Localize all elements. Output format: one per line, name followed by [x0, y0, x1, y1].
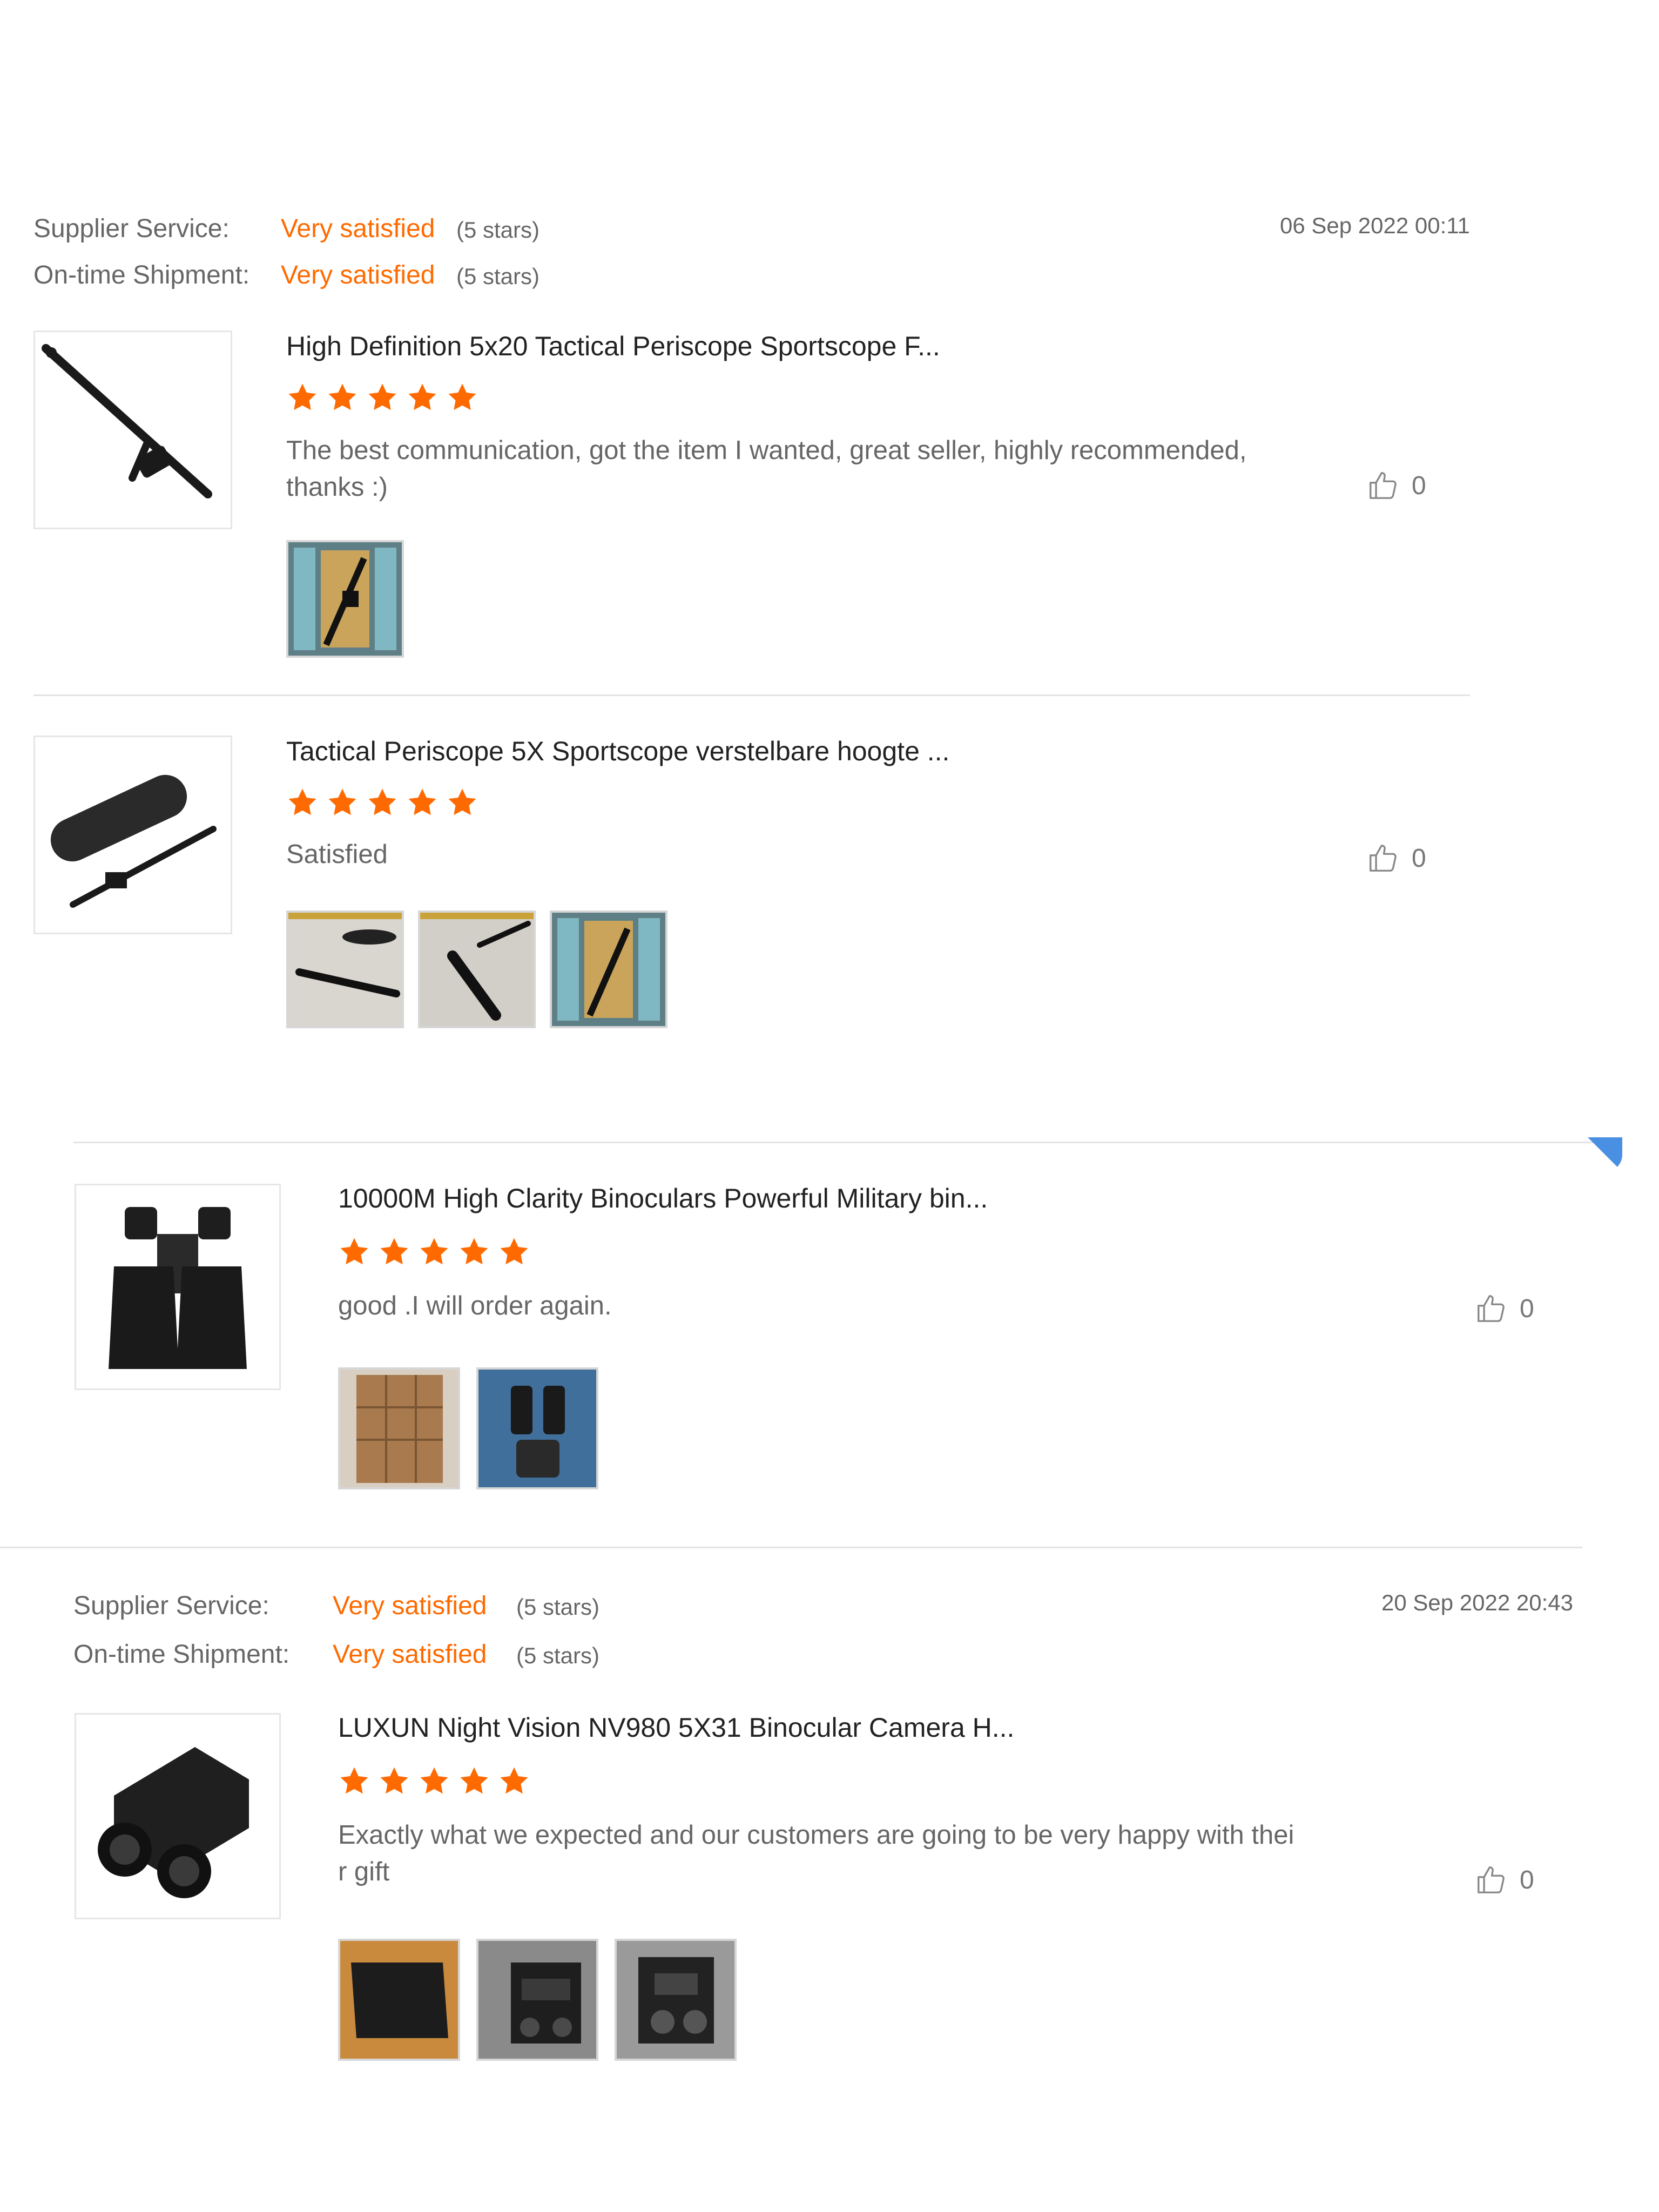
on-time-shipment-stars: (5 stars)	[456, 264, 540, 289]
star-icon	[366, 786, 399, 819]
star-icon	[418, 1765, 450, 1797]
review-photo-image	[478, 1941, 596, 2059]
review-photo[interactable]	[476, 1939, 598, 2061]
product-thumbnail[interactable]	[33, 331, 232, 529]
review-text: good .I will order again.	[338, 1291, 612, 1320]
review-date: 20 Sep 2022 20:43	[1381, 1590, 1573, 1615]
review-text-line: Exactly what we expected and our custome…	[338, 1820, 1294, 1850]
on-time-shipment-stars: (5 stars)	[516, 1643, 600, 1668]
star-icon	[458, 1236, 490, 1268]
star-icon	[446, 381, 478, 414]
thumbs-up-icon	[1474, 1863, 1508, 1897]
review-photo-image	[288, 542, 402, 656]
review-photo-image	[552, 913, 665, 1026]
review-text: Satisfied	[286, 840, 388, 869]
star-icon	[338, 1765, 370, 1797]
like-count: 0	[1520, 1294, 1534, 1323]
rating-stars	[338, 1236, 530, 1268]
supplier-service-label: Supplier Service:	[33, 214, 230, 243]
review-photo[interactable]	[550, 911, 667, 1028]
periscope-case-image	[50, 774, 217, 908]
on-time-shipment-label: On-time Shipment:	[33, 261, 250, 289]
star-icon	[378, 1236, 410, 1268]
star-icon	[458, 1765, 490, 1797]
review-photo[interactable]	[286, 911, 404, 1028]
supplier-service-stars: (5 stars)	[516, 1594, 600, 1620]
rating-stars	[338, 1765, 530, 1797]
product-thumbnail[interactable]	[75, 1713, 281, 1919]
review-photo-image	[420, 913, 534, 1026]
thumbs-up-icon	[1366, 469, 1400, 502]
review-text: Exactly what we expected and our custome…	[338, 1817, 1418, 1890]
review-photo-image	[478, 1370, 596, 1487]
supplier-service-value: Very satisfied	[333, 1591, 487, 1620]
supplier-service-value: Very satisfied	[281, 214, 435, 243]
review-photo-image	[340, 1941, 458, 2059]
night-vision-binocular-image	[98, 1747, 249, 1898]
review-date: 06 Sep 2022 00:11	[1280, 213, 1470, 238]
star-icon	[406, 786, 439, 819]
divider	[73, 1142, 1621, 1143]
review-photo[interactable]	[286, 540, 404, 658]
review-photo-image	[617, 1941, 734, 2059]
star-icon	[286, 786, 319, 819]
rating-stars	[286, 786, 478, 819]
on-time-shipment-label: On-time Shipment:	[73, 1640, 290, 1669]
review-text-line: r gift	[338, 1857, 390, 1886]
review-photo[interactable]	[338, 1367, 460, 1489]
like-button[interactable]: 0	[1366, 841, 1426, 875]
supplier-service-stars: (5 stars)	[456, 217, 540, 242]
review-photo-image	[340, 1370, 458, 1487]
on-time-shipment-value: Very satisfied	[333, 1640, 487, 1669]
review-text: The best communication, got the item I w…	[286, 436, 1247, 502]
review-photo[interactable]	[418, 911, 536, 1028]
review-photo[interactable]	[615, 1939, 737, 2061]
rating-stars	[286, 381, 478, 414]
like-count: 0	[1412, 844, 1426, 873]
like-button[interactable]: 0	[1366, 469, 1426, 502]
product-title[interactable]: 10000M High Clarity Binoculars Powerful …	[338, 1183, 988, 1214]
star-icon	[378, 1765, 410, 1797]
star-icon	[286, 381, 319, 414]
thumbs-up-icon	[1366, 841, 1400, 875]
product-title[interactable]: High Definition 5x20 Tactical Periscope …	[286, 331, 940, 362]
star-icon	[498, 1765, 530, 1797]
product-thumbnail[interactable]	[33, 736, 232, 934]
like-count: 0	[1412, 471, 1426, 500]
star-icon	[366, 381, 399, 414]
on-time-shipment-value: Very satisfied	[281, 261, 435, 289]
review-photo-image	[288, 913, 402, 1026]
star-icon	[446, 786, 478, 819]
product-title[interactable]: Tactical Periscope 5X Sportscope verstel…	[286, 736, 949, 767]
divider	[0, 1547, 1582, 1548]
divider	[33, 694, 1470, 696]
scroll-indicator[interactable]	[1588, 1137, 1622, 1172]
star-icon	[498, 1236, 530, 1268]
star-icon	[326, 381, 359, 414]
like-button[interactable]: 0	[1474, 1292, 1534, 1325]
supplier-service-label: Supplier Service:	[73, 1591, 269, 1620]
like-button[interactable]: 0	[1474, 1863, 1534, 1897]
review-photo[interactable]	[338, 1939, 460, 2061]
like-count: 0	[1520, 1865, 1534, 1894]
star-icon	[418, 1236, 450, 1268]
thumbs-up-icon	[1474, 1292, 1508, 1325]
star-icon	[406, 381, 439, 414]
periscope-image	[42, 344, 212, 498]
review-photo[interactable]	[476, 1367, 598, 1489]
product-thumbnail[interactable]	[75, 1184, 281, 1390]
product-title[interactable]: LUXUN Night Vision NV980 5X31 Binocular …	[338, 1712, 1014, 1743]
star-icon	[338, 1236, 370, 1268]
binoculars-image	[109, 1207, 247, 1369]
star-icon	[326, 786, 359, 819]
